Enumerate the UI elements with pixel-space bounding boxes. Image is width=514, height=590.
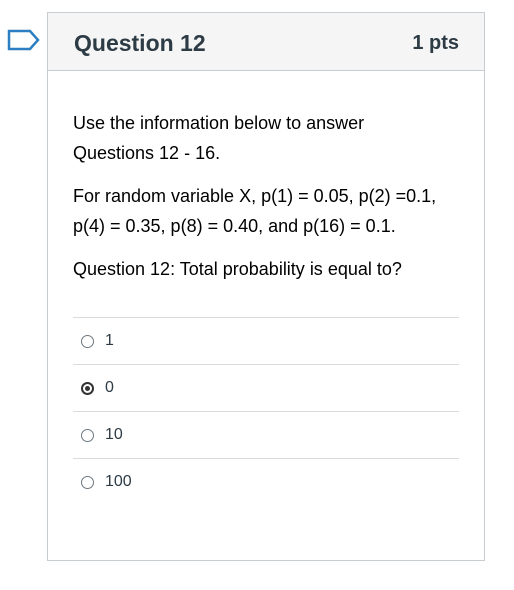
question-header: Question 12 1 pts: [48, 13, 484, 71]
question-title: Question 12: [74, 30, 206, 56]
answer-label: 10: [105, 426, 123, 443]
answer-label: 1: [105, 332, 114, 349]
radio-button[interactable]: [81, 334, 94, 348]
radio-button[interactable]: [81, 428, 94, 442]
answer-option-3[interactable]: 10: [73, 412, 459, 459]
question-paragraph-1: Use the information below to answer Ques…: [73, 113, 365, 163]
radio-button-selected[interactable]: [81, 381, 94, 395]
question-paragraph-3: Question 12: Total probability is equal …: [73, 259, 402, 279]
answer-option-2[interactable]: 0: [73, 365, 459, 412]
answer-option-1[interactable]: 1: [73, 318, 459, 365]
answer-label: 100: [105, 473, 132, 490]
question-points: 1 pts: [412, 32, 459, 54]
answer-option-4[interactable]: 100: [73, 459, 459, 505]
answer-list: 1 0 10 100: [73, 317, 459, 505]
answer-label: 0: [105, 379, 114, 396]
question-card: Question 12 1 pts Use the information be…: [47, 12, 485, 561]
radio-button[interactable]: [81, 475, 94, 489]
question-paragraph-2: For random variable X, p(1) = 0.05, p(2)…: [73, 186, 437, 236]
flag-question-icon[interactable]: [7, 29, 41, 51]
question-body: Use the information below to answer Ques…: [48, 71, 484, 505]
